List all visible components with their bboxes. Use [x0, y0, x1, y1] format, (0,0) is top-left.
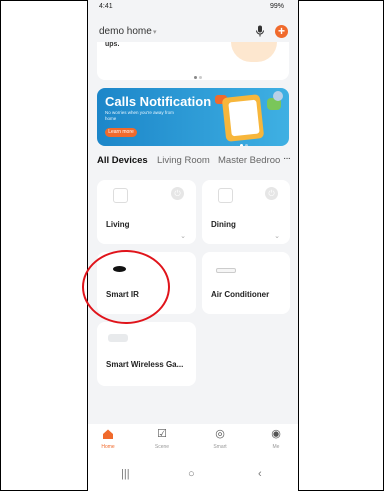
header: demo home ▾ +	[88, 20, 298, 42]
scene-icon: ☑	[157, 428, 167, 440]
back-button[interactable]: ‹	[258, 468, 262, 480]
banner-carousel-indicator	[239, 134, 249, 146]
nav-home[interactable]: Home	[93, 428, 123, 450]
top-card-text: ups.	[105, 41, 120, 48]
right-divider	[298, 0, 299, 491]
device-card-air-conditioner[interactable]: Air Conditioner	[202, 252, 290, 314]
device-card-dining[interactable]: ⏻ Dining ⌄	[202, 180, 290, 244]
learn-more-button[interactable]: Learn more	[105, 128, 137, 137]
device-card-smart-wireless-gateway[interactable]: Smart Wireless Ga...	[97, 322, 196, 386]
battery-level: 99%	[269, 3, 284, 10]
device-name: Dining	[211, 220, 236, 229]
smart-icon: ◎	[215, 428, 225, 440]
phone-screen: 4:41 99% demo home ▾ + ups. Calls Notifi…	[88, 0, 298, 491]
carousel-indicator	[193, 66, 203, 84]
phone-screen-illustration	[228, 99, 260, 137]
calls-notification-banner[interactable]: Calls Notification No worries when you'r…	[97, 88, 289, 146]
system-navigation-bar: ||| ○ ‹	[88, 462, 298, 491]
home-selector[interactable]: demo home	[99, 26, 152, 37]
nav-scene-label: Scene	[154, 444, 170, 450]
room-tabs: All Devices Living Room Master Bedroo ··…	[88, 153, 298, 171]
bubble-icon	[273, 91, 283, 101]
chevron-down-icon[interactable]: ⌄	[274, 232, 280, 240]
bottom-navigation: Home ☑ Scene ◎ Smart ◉ Me	[88, 424, 298, 462]
device-card-living[interactable]: ⏻ Living ⌄	[97, 180, 196, 244]
more-tabs-button[interactable]: ···	[283, 153, 291, 164]
nav-home-label: Home	[101, 444, 115, 450]
nav-me[interactable]: ◉ Me	[261, 428, 291, 450]
nav-smart[interactable]: ◎ Smart	[205, 428, 235, 450]
annotation-circle	[82, 250, 170, 324]
status-bar: 4:41 99%	[88, 0, 298, 14]
home-icon	[102, 428, 114, 440]
system-home-button[interactable]: ○	[188, 468, 195, 480]
banner-subtitle: No worries when you're away from home	[105, 110, 174, 121]
tab-all-devices[interactable]: All Devices	[97, 155, 148, 166]
air-conditioner-icon	[216, 268, 236, 273]
top-card-decoration	[231, 42, 277, 62]
tab-master-bedroom[interactable]: Master Bedroo	[218, 155, 280, 166]
power-icon[interactable]: ⏻	[265, 187, 278, 200]
nav-me-label: Me	[272, 444, 280, 450]
recents-button[interactable]: |||	[121, 468, 130, 480]
banner-title: Calls Notification	[105, 94, 212, 109]
chevron-down-icon[interactable]: ▾	[153, 28, 157, 36]
nav-scene[interactable]: ☑ Scene	[147, 428, 177, 450]
top-card[interactable]: ups.	[97, 41, 289, 80]
nav-smart-label: Smart	[213, 444, 227, 450]
add-device-button[interactable]: +	[275, 25, 288, 38]
microphone-icon[interactable]	[254, 25, 266, 37]
device-name: Smart Wireless Ga...	[106, 360, 184, 369]
chevron-down-icon[interactable]: ⌄	[180, 232, 186, 240]
device-name: Living	[106, 220, 130, 229]
wall-switch-icon	[218, 188, 233, 203]
tab-living-room[interactable]: Living Room	[157, 155, 210, 166]
power-icon[interactable]: ⏻	[171, 187, 184, 200]
wall-switch-icon	[113, 188, 128, 203]
gateway-icon	[108, 334, 128, 342]
status-time: 4:41	[99, 3, 113, 10]
profile-icon: ◉	[271, 428, 281, 440]
device-name: Air Conditioner	[211, 290, 270, 299]
